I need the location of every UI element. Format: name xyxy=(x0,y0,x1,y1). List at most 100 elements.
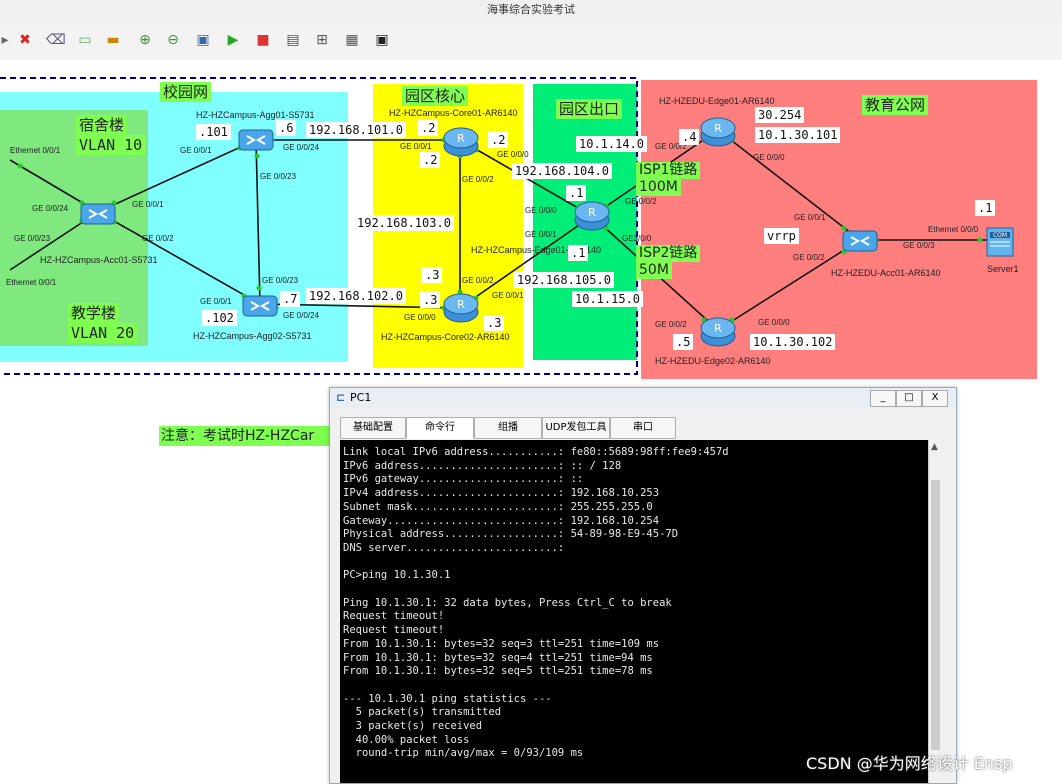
terminal-line: 5 packet(s) transmitted xyxy=(343,706,502,719)
zoom-in-icon[interactable]: ⊕ xyxy=(136,31,154,49)
agg02-switch-icon[interactable] xyxy=(242,290,278,324)
edge01-router-icon[interactable]: R xyxy=(573,198,611,236)
pc1-titlebar[interactable]: ⊏ PC1 _ □ X xyxy=(330,388,956,408)
core01-router-icon[interactable]: R xyxy=(442,124,480,162)
grid-icon[interactable]: ▦ xyxy=(343,31,361,49)
terminal-line: IPv6 gateway......................: :: xyxy=(343,473,584,486)
ip-label: 10.1.30.101 xyxy=(755,127,841,143)
subnet-label: 192.168.105.0 xyxy=(514,272,614,288)
acc01-switch-icon[interactable] xyxy=(80,198,116,232)
fit-icon[interactable]: ▣ xyxy=(194,31,212,49)
terminal-line: Link local IPv6 address...........: fe80… xyxy=(343,446,729,458)
edu-acc01-name: HZ-HZEDU-Acc01-AR6140 xyxy=(831,268,941,278)
terminal-line: Physical address..................: 54-8… xyxy=(343,528,679,541)
console-icon[interactable]: ▣ xyxy=(373,31,391,49)
port-label: GE 0/0/1 xyxy=(132,200,164,209)
close-button[interactable]: X xyxy=(922,390,948,407)
ip-label: .2 xyxy=(418,120,439,136)
ip-label: .1 xyxy=(975,200,996,216)
delete-icon[interactable]: ✖ xyxy=(16,31,34,49)
port-label: GE 0/0/3 xyxy=(903,241,935,250)
edu-edge02-router-icon[interactable]: R xyxy=(699,314,737,352)
port-label: GE 0/0/0 xyxy=(404,313,436,322)
port-label: GE 0/0/0 xyxy=(758,318,790,327)
terminal-scrollbar[interactable]: ▲ xyxy=(928,440,943,783)
terminal-line: From 10.1.30.1: bytes=32 seq=3 ttl=251 t… xyxy=(343,637,660,650)
acc01-name: HZ-HZCampus-Acc01-S5731 xyxy=(40,255,158,265)
zone-edu-label: 教育公网 xyxy=(862,95,929,115)
isp1-bandwidth: 100M xyxy=(636,179,681,196)
svg-text:COM: COM xyxy=(993,232,1007,239)
port-label: GE 0/0/24 xyxy=(283,311,320,320)
terminal-line: PC>ping 10.1.30.1 xyxy=(343,569,451,582)
terminal-line: IPv4 address......................: 192.… xyxy=(343,487,660,500)
edu-acc01-switch-icon[interactable] xyxy=(842,225,878,259)
port-label: GE 0/0/1 xyxy=(180,146,212,155)
terminal-line: From 10.1.30.1: bytes=32 seq=4 ttl=251 t… xyxy=(343,651,653,664)
port-label: GE 0/0/0 xyxy=(525,206,557,215)
minimize-button[interactable]: _ xyxy=(870,390,896,407)
tab-udp-tool[interactable]: UDP发包工具 xyxy=(542,417,610,439)
edu-edge01-name: HZ-HZEDU-Edge01-AR6140 xyxy=(659,96,775,106)
port-label: GE3/0/0 xyxy=(622,234,652,243)
port-label: Ethernet 0/0/0 xyxy=(928,225,979,234)
ip-label: .2 xyxy=(488,132,509,148)
svg-text:R: R xyxy=(588,206,596,219)
agg01-switch-icon[interactable] xyxy=(238,124,274,158)
stop-icon[interactable]: ■ xyxy=(254,31,272,49)
agg02-name: HZ-HZCampus-Agg02-S5731 xyxy=(193,331,312,341)
ip-label: .3 xyxy=(422,267,443,283)
rect-icon[interactable]: ▬ xyxy=(104,31,122,49)
terminal-output[interactable]: Link local IPv6 address...........: fe80… xyxy=(340,440,928,783)
terminal-line: Gateway...........................: 192.… xyxy=(343,514,660,527)
scroll-thumb[interactable] xyxy=(931,480,940,750)
vrrp-label: vrrp xyxy=(764,228,799,244)
arrow-icon[interactable]: ▸ xyxy=(0,31,14,49)
zone-core-label: 园区核心 xyxy=(402,86,469,106)
isp2-bandwidth: 50M xyxy=(636,262,672,279)
maximize-button[interactable]: □ xyxy=(896,390,922,407)
ip-label: .4 xyxy=(679,129,700,145)
ip-label: .3 xyxy=(484,315,505,331)
ip-label: .102 xyxy=(202,310,237,326)
port-label: GE 0/0/2 xyxy=(462,276,494,285)
tab-serial[interactable]: 串口 xyxy=(610,417,676,439)
edu-edge01-router-icon[interactable]: R xyxy=(699,114,737,152)
ip-label: .1 xyxy=(566,185,587,201)
zone-dorm-vlan: VLAN 10 xyxy=(76,135,146,155)
terminal-line: --- 10.1.30.1 ping statistics --- xyxy=(343,692,552,705)
port-label: GE 0/0/1 xyxy=(200,297,232,306)
pc-icon: ⊏ xyxy=(336,391,346,404)
scroll-up-icon[interactable]: ▲ xyxy=(931,442,938,452)
core02-router-icon[interactable]: R xyxy=(442,290,480,328)
subnet-label: 192.168.102.0 xyxy=(306,288,406,304)
tab-multicast[interactable]: 组播 xyxy=(474,417,542,439)
terminal-line: From 10.1.30.1: bytes=32 seq=5 ttl=251 t… xyxy=(343,665,653,678)
eraser-icon[interactable]: ⌫ xyxy=(46,31,66,49)
pc1-title: PC1 xyxy=(350,391,372,404)
zoom-out-icon[interactable]: ⊖ xyxy=(164,31,182,49)
topology-icon[interactable]: ⊞ xyxy=(313,31,331,49)
terminal-line: 3 packet(s) received xyxy=(343,720,483,733)
zone-exit-label: 园区出口 xyxy=(556,99,623,119)
note-icon[interactable]: ▭ xyxy=(76,31,94,49)
terminal-line: Request timeout! xyxy=(343,610,445,623)
zone-campus-label: 校园网 xyxy=(160,82,212,102)
port-label: GE 0/0/1 xyxy=(525,230,557,239)
tab-basic-config[interactable]: 基础配置 xyxy=(340,417,406,439)
subnet-label: 192.168.101.0 xyxy=(306,122,406,138)
subnet-label: 10.1.15.0 xyxy=(572,291,644,307)
capture-icon[interactable]: ▤ xyxy=(284,31,302,49)
start-icon[interactable]: ▶ xyxy=(224,31,242,49)
port-label: GE 0/0/2 xyxy=(625,197,657,206)
svg-text:R: R xyxy=(457,298,465,311)
ip-label: .101 xyxy=(196,124,231,140)
ip-label: 10.1.30.102 xyxy=(750,334,836,350)
tab-command-line[interactable]: 命令行 xyxy=(406,417,474,439)
watermark: CSDN @华为网络设计 Ensp xyxy=(806,754,1013,773)
server-icon[interactable]: COM xyxy=(984,226,1016,262)
zone-teach-vlan: VLAN 20 xyxy=(68,323,138,343)
port-label: GE 0/0/2 xyxy=(655,320,687,329)
